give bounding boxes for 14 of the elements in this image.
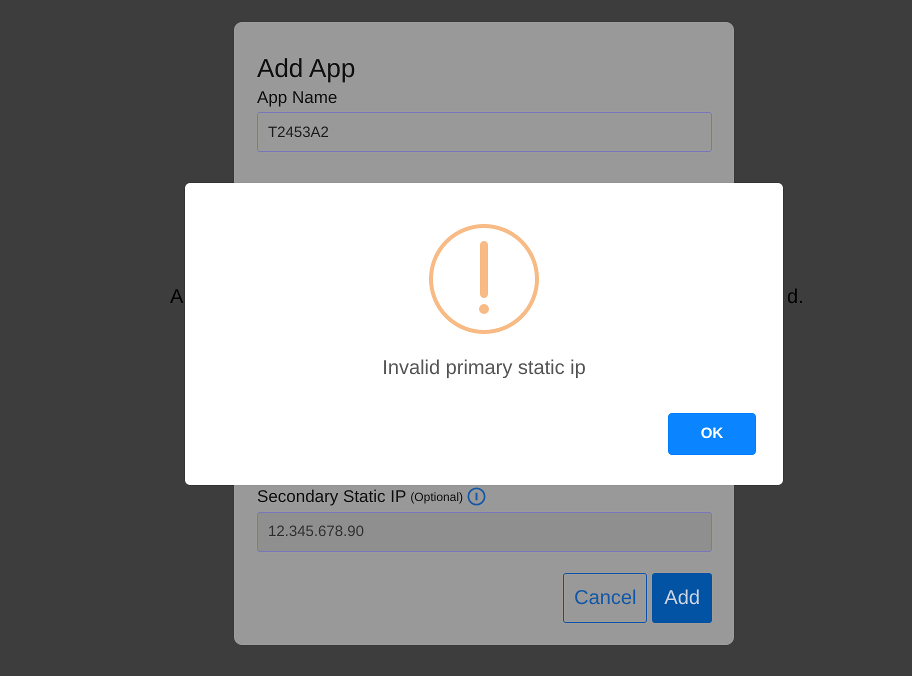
background-text: A xyxy=(170,285,184,310)
optional-hint: (Optional) xyxy=(410,488,463,506)
ok-button[interactable]: OK xyxy=(668,413,756,455)
cancel-button[interactable]: Cancel xyxy=(563,572,648,622)
background-text: d. xyxy=(787,285,804,310)
app-name-field[interactable]: T2453A2 xyxy=(257,112,712,152)
info-icon[interactable] xyxy=(467,487,486,506)
field-label: App Name xyxy=(257,87,338,109)
alert-message: Invalid primary static ip xyxy=(382,356,586,381)
warning-icon xyxy=(428,223,540,335)
add-button[interactable]: Add xyxy=(652,572,712,622)
field-label: Secondary Static IP xyxy=(257,486,406,508)
secondary-ip-field[interactable]: 12.345.678.90 xyxy=(257,512,712,552)
dialog-title: Add App xyxy=(257,52,356,84)
